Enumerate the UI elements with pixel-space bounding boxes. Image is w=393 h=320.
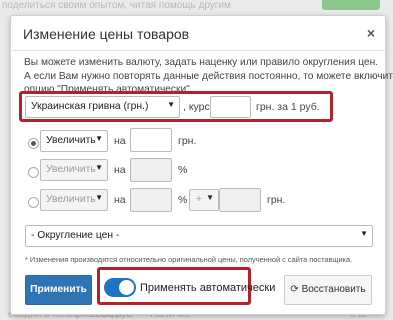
currency-value: Украинская гривна (грн.) xyxy=(31,101,149,112)
chevron-down-icon: ▼ xyxy=(95,134,103,143)
chevron-down-icon: ▼ xyxy=(95,163,103,172)
markup-row3-on: на xyxy=(114,194,126,206)
rate-label: , курс xyxy=(183,101,210,113)
markup-row3-value2-input[interactable] xyxy=(219,188,261,212)
restore-label: Восстановить xyxy=(301,284,366,295)
markup-row3-action-select[interactable]: Увеличить ▼ xyxy=(40,189,108,211)
markup-row3-unit: % xyxy=(178,194,188,206)
chevron-down-icon: ▼ xyxy=(360,229,368,238)
auto-apply-label: Применять автоматически xyxy=(140,282,276,294)
refresh-icon: ⟳ xyxy=(290,284,299,295)
markup-row3-action: Увеличить xyxy=(46,194,96,205)
restore-button[interactable]: ⟳ Восстановить xyxy=(284,275,372,305)
close-icon[interactable]: × xyxy=(367,25,375,41)
toggle-knob xyxy=(119,280,134,295)
apply-button[interactable]: Применить xyxy=(25,275,92,305)
markup-row1-action-select[interactable]: Увеличить ▼ xyxy=(40,130,108,152)
markup-row3-unit2: грн. xyxy=(267,194,286,206)
markup-row1-radio[interactable] xyxy=(28,138,39,149)
markup-row2-radio[interactable] xyxy=(28,167,39,178)
footnote: * Изменения производятся относительно ор… xyxy=(25,255,353,264)
markup-row2-action: Увеличить xyxy=(46,164,96,175)
markup-row2-unit: % xyxy=(178,164,188,176)
repeat-text-line1: А если Вам нужно повторять данные действ… xyxy=(24,71,393,82)
markup-row1-value-input[interactable] xyxy=(130,128,172,152)
markup-row2-value-input[interactable] xyxy=(130,158,172,182)
chevron-down-icon: ▼ xyxy=(206,193,214,202)
rounding-select[interactable]: - Округление цен - ▼ xyxy=(25,225,373,247)
markup-row3-op: + xyxy=(196,194,203,205)
background-text: поделиться своим опытом, читая помощь др… xyxy=(2,0,231,11)
markup-row3-value-input[interactable] xyxy=(130,188,172,212)
intro-text: Вы можете изменить валюту, задать наценк… xyxy=(24,57,379,68)
auto-apply-toggle[interactable] xyxy=(104,278,136,297)
rounding-value: - Округление цен - xyxy=(31,230,120,241)
markup-row3-op-select[interactable]: + ▼ xyxy=(189,189,219,211)
markup-row3-radio[interactable] xyxy=(28,197,39,208)
background-button xyxy=(322,0,380,10)
rate-input[interactable] xyxy=(210,96,251,118)
markup-row2-action-select[interactable]: Увеличить ▼ xyxy=(40,159,108,181)
currency-select[interactable]: Украинская гривна (грн.) ▼ xyxy=(25,96,180,118)
dialog-header: Изменение цены товаров × xyxy=(11,16,385,51)
markup-row1-action: Увеличить xyxy=(46,135,96,146)
dialog-title: Изменение цены товаров xyxy=(23,26,190,42)
price-change-dialog: Изменение цены товаров × Вы можете измен… xyxy=(10,15,393,315)
markup-row2-on: на xyxy=(114,164,126,176)
chevron-down-icon: ▼ xyxy=(167,100,175,109)
markup-row1-on: на xyxy=(114,135,126,147)
chevron-down-icon: ▼ xyxy=(95,193,103,202)
rate-suffix: грн. за 1 руб. xyxy=(256,101,320,113)
markup-row1-unit: грн. xyxy=(178,135,197,147)
